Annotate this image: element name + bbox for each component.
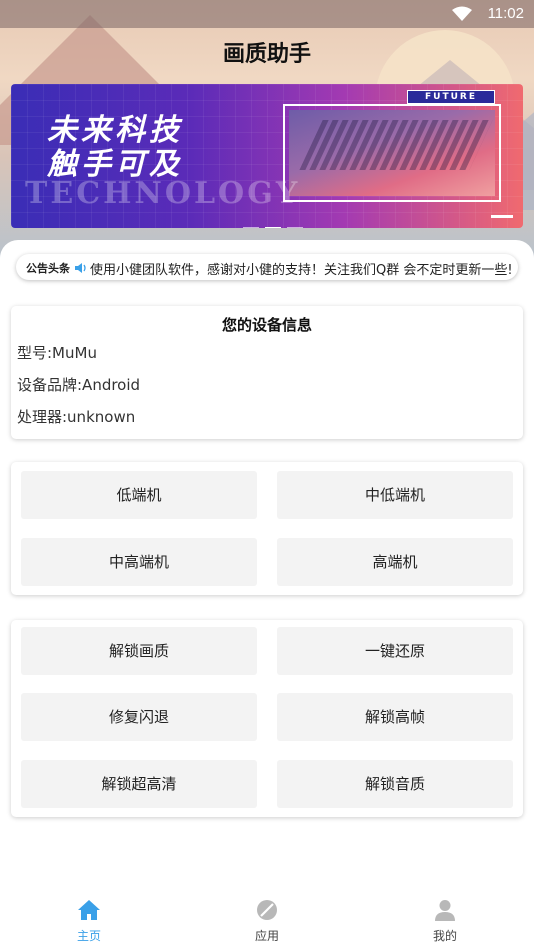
main-content: 公告头条 使用小健团队软件，感谢对小健的支持！关注我们Q群 会不定时更新一些! …: [0, 240, 534, 949]
nav-apps[interactable]: 应用: [227, 899, 307, 944]
nav-mine-label: 我的: [432, 929, 457, 943]
device-info-card: 您的设备信息 型号:MuMu 设备品牌:Android 处理器:unknown: [11, 306, 523, 439]
nav-home-label: 主页: [76, 929, 101, 943]
device-model: 型号:MuMu: [17, 344, 97, 362]
status-bar: 11:02: [0, 0, 534, 28]
device-processor: 处理器:unknown: [17, 408, 136, 426]
unlock-quality-button[interactable]: 解锁画质: [21, 627, 257, 675]
unlock-ultra-hd-button[interactable]: 解锁超高清: [21, 760, 257, 808]
nav-home[interactable]: 主页: [49, 899, 129, 944]
one-click-restore-button[interactable]: 一键还原: [277, 627, 513, 675]
high-end-button[interactable]: 高端机: [277, 538, 513, 586]
unlock-high-fps-button[interactable]: 解锁高帧: [277, 693, 513, 741]
promo-banner[interactable]: FUTURE 未来科技 触手可及 TECHNOLOGY: [11, 84, 523, 228]
banner-watermark: TECHNOLOGY: [25, 176, 301, 211]
low-end-button[interactable]: 低端机: [21, 471, 257, 519]
device-tier-card: 低端机 中低端机 中高端机 高端机: [11, 462, 523, 595]
page-title: 画质助手: [222, 42, 311, 67]
mid-high-end-button[interactable]: 中高端机: [21, 538, 257, 586]
actions-card: 解锁画质 一键还原 修复闪退 解锁高帧 解锁超高清 解锁音质: [11, 620, 523, 817]
bottom-nav: 主页 应用 我的: [0, 893, 534, 949]
mid-low-end-button[interactable]: 中低端机: [277, 471, 513, 519]
notice-text: 使用小健团队软件，感谢对小健的支持！关注我们Q群 会不定时更新一些!: [90, 263, 513, 278]
status-time: 11:02: [487, 5, 524, 22]
notice-bar[interactable]: 公告头条 使用小健团队软件，感谢对小健的支持！关注我们Q群 会不定时更新一些!: [16, 254, 518, 280]
apps-icon: [256, 900, 278, 925]
wifi-icon: [452, 6, 472, 26]
carousel-indicator[interactable]: [243, 215, 309, 228]
fix-crash-button[interactable]: 修复闪退: [21, 693, 257, 741]
banner-tag: FUTURE: [407, 90, 495, 104]
device-brand: 设备品牌:Android: [17, 376, 141, 394]
notice-label: 公告头条: [26, 262, 70, 275]
nav-mine[interactable]: 我的: [405, 899, 485, 944]
speaker-icon: [74, 260, 88, 274]
device-info-title: 您的设备信息: [221, 316, 312, 334]
banner-headline: 未来科技 触手可及: [47, 113, 183, 182]
user-icon: [434, 900, 456, 925]
home-icon: [77, 900, 101, 925]
nav-apps-label: 应用: [254, 929, 279, 943]
unlock-audio-button[interactable]: 解锁音质: [277, 760, 513, 808]
